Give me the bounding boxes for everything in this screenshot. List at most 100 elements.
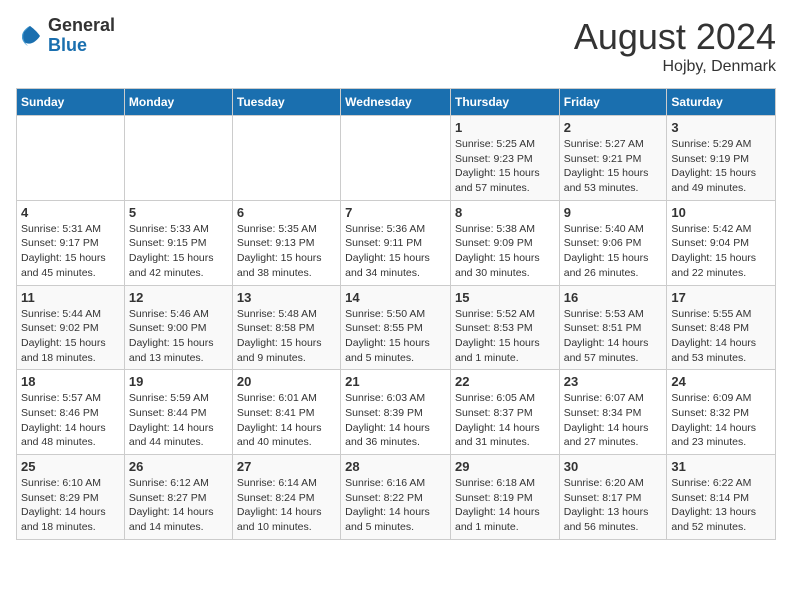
logo: General Blue [16,16,115,56]
day-info: Sunrise: 6:16 AM Sunset: 8:22 PM Dayligh… [345,476,446,535]
day-info: Sunrise: 5:48 AM Sunset: 8:58 PM Dayligh… [237,307,336,366]
day-number: 29 [455,459,555,474]
day-number: 30 [564,459,663,474]
day-number: 31 [671,459,771,474]
weekday-header-thursday: Thursday [450,89,559,116]
day-info: Sunrise: 5:46 AM Sunset: 9:00 PM Dayligh… [129,307,228,366]
page-header: General Blue August 2024 Hojby, Denmark [16,16,776,76]
day-info: Sunrise: 5:44 AM Sunset: 9:02 PM Dayligh… [21,307,120,366]
calendar-cell: 15Sunrise: 5:52 AM Sunset: 8:53 PM Dayli… [450,285,559,370]
calendar-cell: 19 Sunrise: 5:59 AM Sunset: 8:44 PM Dayli… [124,370,232,455]
day-info: Sunrise: 5:31 AM Sunset: 9:17 PM Dayligh… [21,222,120,281]
day-info: Sunrise: 5:52 AM Sunset: 8:53 PM Dayligh… [455,307,555,366]
day-info: Sunrise: 6:07 AM Sunset: 8:34 PM Dayligh… [564,391,663,450]
day-number: 7 [345,205,446,220]
calendar-cell: 9Sunrise: 5:40 AM Sunset: 9:06 PM Daylig… [559,200,667,285]
calendar-cell: 27 Sunrise: 6:14 AM Sunset: 8:24 PM Dayli… [232,455,340,540]
day-info: Sunrise: 5:57 AM Sunset: 8:46 PM Dayligh… [21,391,120,450]
calendar-cell: 1Sunrise: 5:25 AM Sunset: 9:23 PM Daylig… [450,116,559,201]
calendar-header: SundayMondayTuesdayWednesdayThursdayFrid… [17,89,776,116]
weekday-header-monday: Monday [124,89,232,116]
day-number: 6 [237,205,336,220]
day-number: 1 [455,120,555,135]
calendar-cell: 26 Sunrise: 6:12 AM Sunset: 8:27 PM Dayli… [124,455,232,540]
day-info: Sunrise: 6:22 AM Sunset: 8:14 PM Dayligh… [671,476,771,535]
calendar-cell: 10 Sunrise: 5:42 AM Sunset: 9:04 PM Dayli… [667,200,776,285]
day-number: 8 [455,205,555,220]
logo-text: General Blue [48,16,115,56]
calendar-cell: 6Sunrise: 5:35 AM Sunset: 9:13 PM Daylig… [232,200,340,285]
month-year: August 2024 [574,16,776,58]
day-info: Sunrise: 6:10 AM Sunset: 8:29 PM Dayligh… [21,476,120,535]
calendar-cell: 21 Sunrise: 6:03 AM Sunset: 8:39 PM Dayli… [341,370,451,455]
day-number: 17 [671,290,771,305]
day-info: Sunrise: 6:05 AM Sunset: 8:37 PM Dayligh… [455,391,555,450]
day-number: 4 [21,205,120,220]
day-info: Sunrise: 5:29 AM Sunset: 9:19 PM Dayligh… [671,137,771,196]
weekday-header-saturday: Saturday [667,89,776,116]
day-info: Sunrise: 6:20 AM Sunset: 8:17 PM Dayligh… [564,476,663,535]
calendar-cell: 8 Sunrise: 5:38 AM Sunset: 9:09 PM Daylig… [450,200,559,285]
calendar-cell: 20 Sunrise: 6:01 AM Sunset: 8:41 PM Dayli… [232,370,340,455]
calendar-cell: 5Sunrise: 5:33 AM Sunset: 9:15 PM Daylig… [124,200,232,285]
day-number: 25 [21,459,120,474]
day-number: 20 [237,374,336,389]
weekday-header-tuesday: Tuesday [232,89,340,116]
day-number: 10 [671,205,771,220]
calendar-cell: 4 Sunrise: 5:31 AM Sunset: 9:17 PM Daylig… [17,200,125,285]
calendar-cell: 16Sunrise: 5:53 AM Sunset: 8:51 PM Dayli… [559,285,667,370]
day-number: 26 [129,459,228,474]
day-number: 12 [129,290,228,305]
weekday-header-row: SundayMondayTuesdayWednesdayThursdayFrid… [17,89,776,116]
logo-blue-text: Blue [48,36,115,56]
day-info: Sunrise: 6:12 AM Sunset: 8:27 PM Dayligh… [129,476,228,535]
calendar-cell: 13 Sunrise: 5:48 AM Sunset: 8:58 PM Dayli… [232,285,340,370]
calendar-cell: 29Sunrise: 6:18 AM Sunset: 8:19 PM Dayli… [450,455,559,540]
day-number: 28 [345,459,446,474]
calendar-table: SundayMondayTuesdayWednesdayThursdayFrid… [16,88,776,540]
logo-icon [16,22,44,50]
week-row-3: 11 Sunrise: 5:44 AM Sunset: 9:02 PM Dayli… [17,285,776,370]
weekday-header-wednesday: Wednesday [341,89,451,116]
day-number: 11 [21,290,120,305]
day-number: 14 [345,290,446,305]
day-info: Sunrise: 5:50 AM Sunset: 8:55 PM Dayligh… [345,307,446,366]
day-info: Sunrise: 5:38 AM Sunset: 9:09 PM Dayligh… [455,222,555,281]
calendar-cell [232,116,340,201]
day-number: 27 [237,459,336,474]
day-info: Sunrise: 5:59 AM Sunset: 8:44 PM Dayligh… [129,391,228,450]
day-number: 9 [564,205,663,220]
day-info: Sunrise: 6:01 AM Sunset: 8:41 PM Dayligh… [237,391,336,450]
calendar-cell: 7 Sunrise: 5:36 AM Sunset: 9:11 PM Daylig… [341,200,451,285]
day-info: Sunrise: 5:33 AM Sunset: 9:15 PM Dayligh… [129,222,228,281]
week-row-4: 18 Sunrise: 5:57 AM Sunset: 8:46 PM Dayli… [17,370,776,455]
week-row-2: 4 Sunrise: 5:31 AM Sunset: 9:17 PM Daylig… [17,200,776,285]
day-info: Sunrise: 5:27 AM Sunset: 9:21 PM Dayligh… [564,137,663,196]
calendar-body: 1Sunrise: 5:25 AM Sunset: 9:23 PM Daylig… [17,116,776,540]
calendar-cell: 24Sunrise: 6:09 AM Sunset: 8:32 PM Dayli… [667,370,776,455]
day-number: 16 [564,290,663,305]
day-info: Sunrise: 5:36 AM Sunset: 9:11 PM Dayligh… [345,222,446,281]
day-info: Sunrise: 6:14 AM Sunset: 8:24 PM Dayligh… [237,476,336,535]
week-row-5: 25 Sunrise: 6:10 AM Sunset: 8:29 PM Dayli… [17,455,776,540]
calendar-cell: 11 Sunrise: 5:44 AM Sunset: 9:02 PM Dayli… [17,285,125,370]
day-info: Sunrise: 6:03 AM Sunset: 8:39 PM Dayligh… [345,391,446,450]
day-number: 18 [21,374,120,389]
calendar-cell: 23 Sunrise: 6:07 AM Sunset: 8:34 PM Dayli… [559,370,667,455]
calendar-cell [17,116,125,201]
day-number: 23 [564,374,663,389]
day-number: 13 [237,290,336,305]
day-number: 3 [671,120,771,135]
day-info: Sunrise: 5:42 AM Sunset: 9:04 PM Dayligh… [671,222,771,281]
calendar-cell: 14 Sunrise: 5:50 AM Sunset: 8:55 PM Dayli… [341,285,451,370]
day-number: 21 [345,374,446,389]
week-row-1: 1Sunrise: 5:25 AM Sunset: 9:23 PM Daylig… [17,116,776,201]
calendar-cell: 2Sunrise: 5:27 AM Sunset: 9:21 PM Daylig… [559,116,667,201]
day-number: 22 [455,374,555,389]
calendar-cell [124,116,232,201]
day-number: 24 [671,374,771,389]
day-number: 19 [129,374,228,389]
month-title: August 2024 Hojby, Denmark [574,16,776,76]
calendar-cell: 17Sunrise: 5:55 AM Sunset: 8:48 PM Dayli… [667,285,776,370]
weekday-header-friday: Friday [559,89,667,116]
